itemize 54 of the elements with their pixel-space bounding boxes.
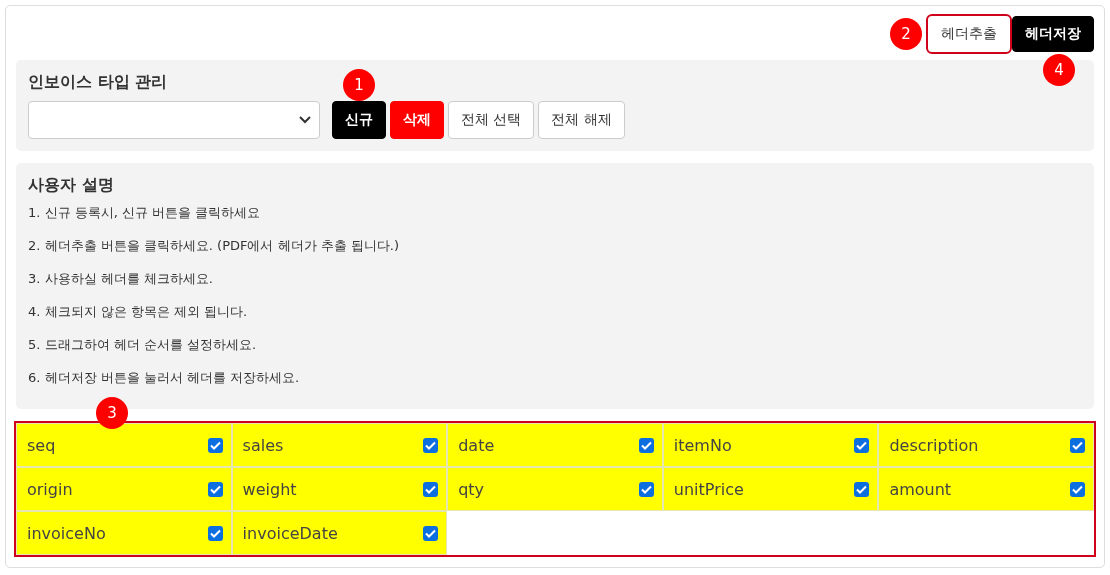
- header-item[interactable]: itemNo: [662, 423, 879, 467]
- header-label: date: [458, 435, 495, 455]
- action-button[interactable]: 전체 선택: [448, 101, 535, 139]
- header-label: weight: [242, 479, 297, 499]
- header-label: amount: [889, 479, 952, 499]
- chevron-down-icon: [299, 116, 311, 124]
- checkbox[interactable]: [423, 481, 439, 497]
- checkbox[interactable]: [854, 481, 870, 497]
- number-badge: 4: [1043, 54, 1075, 86]
- checkbox[interactable]: [207, 481, 223, 497]
- checkbox[interactable]: [638, 437, 654, 453]
- action-button[interactable]: 전체 해제: [538, 101, 625, 139]
- header-item[interactable]: weight: [231, 467, 448, 511]
- header-item[interactable]: invoiceDate: [231, 511, 448, 555]
- header-label: seq: [27, 435, 56, 455]
- header-button[interactable]: 헤더저장: [1012, 16, 1094, 52]
- header-item[interactable]: unitPrice: [662, 467, 879, 511]
- action-button[interactable]: 신규: [332, 101, 386, 139]
- guide-step: 6. 헤더저장 버튼을 눌러서 헤더를 저장하세요.: [28, 369, 1082, 387]
- header-item[interactable]: date: [447, 423, 663, 467]
- header-label: unitPrice: [673, 479, 744, 499]
- header-label: description: [889, 435, 979, 455]
- number-badge: 2: [890, 18, 922, 50]
- checkbox[interactable]: [207, 437, 223, 453]
- header-label: invoiceNo: [27, 523, 106, 543]
- header-item[interactable]: invoiceNo: [16, 511, 232, 555]
- header-label: origin: [27, 479, 73, 499]
- panel-title: 인보이스 타입 관리: [28, 72, 168, 93]
- checkbox[interactable]: [638, 481, 654, 497]
- header-label: qty: [458, 479, 485, 499]
- header-item[interactable]: amount: [878, 467, 1094, 511]
- guide-step: 3. 사용하실 헤더를 체크하세요.: [28, 270, 1082, 288]
- action-button[interactable]: 삭제: [390, 101, 444, 139]
- header-label: invoiceDate: [242, 523, 338, 543]
- header-label: sales: [242, 435, 284, 455]
- header-item[interactable]: qty: [447, 467, 663, 511]
- checkbox[interactable]: [207, 525, 223, 541]
- checkbox[interactable]: [423, 525, 439, 541]
- header-button[interactable]: 헤더추출: [928, 16, 1010, 52]
- header-item[interactable]: description: [878, 423, 1094, 467]
- guide-step: 4. 체크되지 않은 항목은 제외 됩니다.: [28, 303, 1082, 321]
- checkbox[interactable]: [1070, 437, 1085, 453]
- guide-step: 1. 신규 등록시, 신규 버튼을 클릭하세요: [28, 204, 1082, 222]
- header-item[interactable]: sales: [231, 423, 448, 467]
- header-item[interactable]: origin: [16, 467, 232, 511]
- number-badge: 1: [343, 69, 375, 101]
- guide-step: 2. 헤더추출 버튼을 클릭하세요. (PDF에서 헤더가 추출 됩니다.): [28, 237, 1082, 255]
- header-label: itemNo: [673, 435, 732, 455]
- checkbox[interactable]: [854, 437, 870, 453]
- header-item[interactable]: seq: [16, 423, 232, 467]
- checkbox[interactable]: [1070, 481, 1085, 497]
- guide-step: 5. 드래그하여 헤더 순서를 설정하세요.: [28, 336, 1082, 354]
- checkbox[interactable]: [423, 437, 439, 453]
- guide-title: 사용자 설명: [28, 175, 114, 196]
